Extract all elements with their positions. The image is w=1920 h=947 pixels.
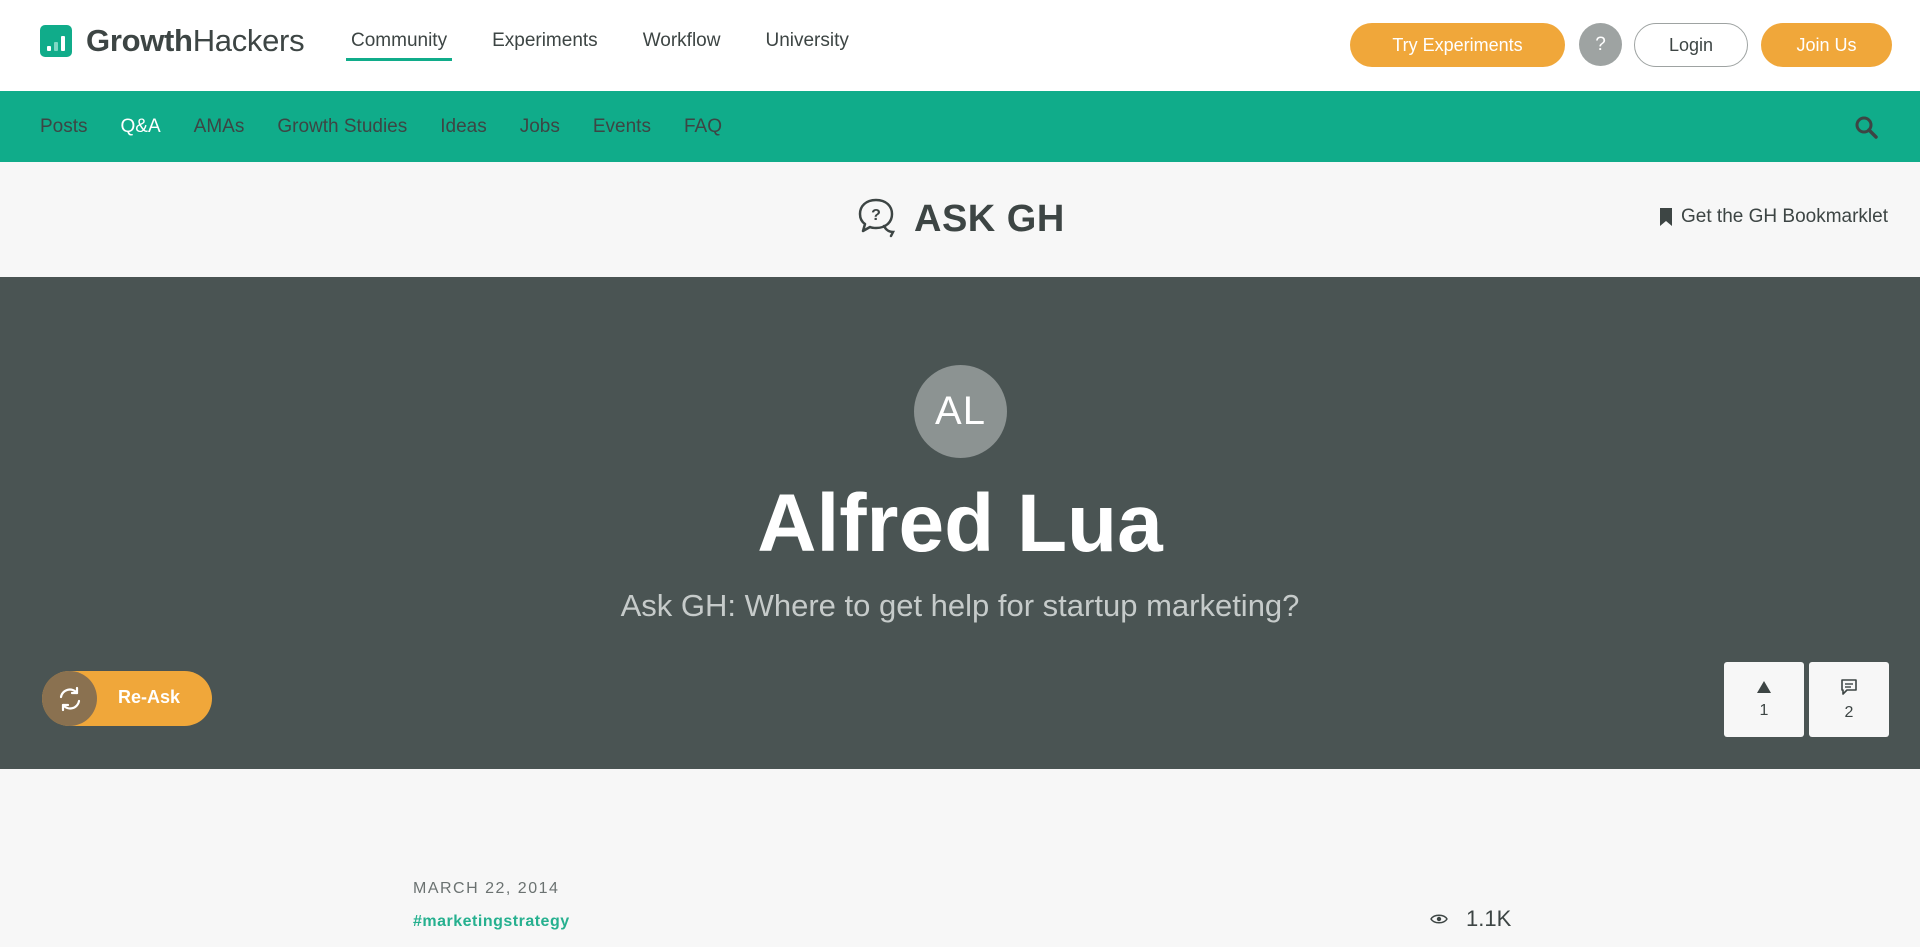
reask-label: Re-Ask [118, 687, 181, 707]
upvote-triangle-icon [1757, 680, 1771, 693]
subnav-jobs[interactable]: Jobs [520, 116, 560, 138]
question-hero: AL Alfred Lua Ask GH: Where to get help … [0, 277, 1920, 769]
subnav-events[interactable]: Events [593, 116, 651, 138]
avatar[interactable]: AL [914, 365, 1007, 458]
question-title: Ask GH: Where to get help for startup ma… [620, 588, 1300, 623]
section-header: ? ASK GH Get the GH Bookmarklet [0, 162, 1920, 277]
subnav-amas[interactable]: AMAs [194, 116, 245, 138]
main-nav-university[interactable]: University [760, 30, 853, 61]
main-nav-experiments[interactable]: Experiments [487, 30, 603, 61]
subnav-growth-studies[interactable]: Growth Studies [277, 116, 407, 138]
main-nav: Community Experiments Workflow Universit… [346, 30, 889, 61]
eye-icon [1430, 914, 1448, 924]
upvote-count: 1 [1759, 701, 1769, 719]
login-button[interactable]: Login [1634, 23, 1748, 67]
refresh-icon [42, 671, 97, 726]
svg-text:?: ? [871, 207, 881, 224]
subnav-qa[interactable]: Q&A [121, 116, 161, 138]
bookmarklet-link[interactable]: Get the GH Bookmarklet [1659, 206, 1888, 228]
page-title: ? ASK GH [856, 196, 1065, 243]
main-nav-community[interactable]: Community [346, 30, 453, 61]
section-title-text: ASK GH [914, 198, 1065, 240]
brand-name: GrowthHackers [86, 23, 305, 58]
bookmarklet-label: Get the GH Bookmarklet [1681, 206, 1888, 227]
help-button[interactable]: ? [1579, 23, 1622, 66]
post-tag-link[interactable]: #marketingstrategy [413, 913, 570, 931]
upvote-button[interactable]: 1 [1724, 662, 1804, 737]
community-subnav: Posts Q&A AMAs Growth Studies Ideas Jobs… [0, 91, 1920, 162]
search-icon[interactable] [1854, 115, 1878, 139]
subnav-ideas[interactable]: Ideas [440, 116, 486, 138]
view-count-value: 1.1K [1466, 906, 1512, 931]
subnav-posts[interactable]: Posts [40, 116, 88, 138]
reask-button[interactable]: Re-Ask [42, 671, 212, 726]
subnav-faq[interactable]: FAQ [684, 116, 722, 138]
growthhackers-logo-icon [40, 25, 72, 57]
bookmark-icon [1660, 208, 1673, 226]
brand-logo[interactable]: GrowthHackers [40, 23, 305, 59]
view-count: 1.1K [1430, 906, 1511, 932]
main-nav-workflow[interactable]: Workflow [638, 30, 726, 61]
top-navbar: GrowthHackers Community Experiments Work… [0, 0, 1920, 91]
comment-icon [1841, 678, 1857, 695]
question-bubble-icon: ? [856, 196, 898, 243]
comment-count: 2 [1844, 703, 1854, 721]
author-name[interactable]: Alfred Lua [0, 477, 1920, 571]
comments-button[interactable]: 2 [1809, 662, 1889, 737]
try-experiments-button[interactable]: Try Experiments [1350, 23, 1565, 67]
post-date: MARCH 22, 2014 [413, 880, 560, 897]
join-us-button[interactable]: Join Us [1761, 23, 1892, 67]
